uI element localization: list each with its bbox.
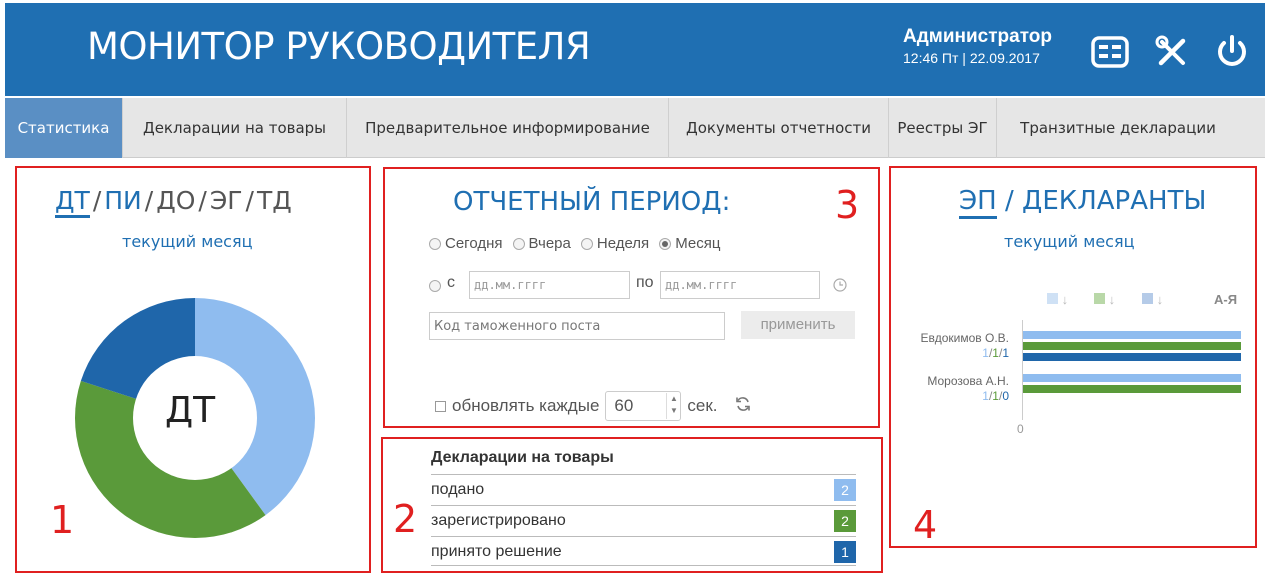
tab-goods-declarations[interactable]: Декларации на товары [123, 98, 347, 158]
date-time: 12:46 Пт | 22.09.2017 [903, 50, 1040, 66]
auto-refresh-row: обновлять каждые 60 ▲ ▼ сек. [435, 391, 752, 421]
refresh-unit: сек. [687, 396, 718, 415]
link-declarants[interactable]: ДЕКЛАРАНТЫ [1022, 186, 1206, 216]
table-row[interactable]: подано 2 [431, 474, 856, 504]
sort-registered-icon[interactable]: ↓ [1094, 292, 1115, 307]
panel-number-3: 3 [835, 183, 860, 227]
stepper-arrows-icon[interactable]: ▲ ▼ [666, 393, 680, 419]
link-pi[interactable]: ПИ [104, 186, 142, 215]
power-icon[interactable] [1212, 33, 1252, 71]
sort-filed-icon[interactable]: ↓ [1047, 292, 1068, 307]
count-badge: 2 [834, 510, 856, 532]
link-td[interactable]: ТД [257, 186, 292, 215]
period-subtitle: текущий месяц [1004, 232, 1135, 251]
tab-statistics[interactable]: Статистика [5, 98, 123, 158]
radio-today[interactable]: Сегодня [429, 235, 503, 252]
user-name[interactable]: Администратор [903, 26, 1052, 48]
table-row[interactable]: принято решение 1 [431, 536, 856, 566]
date-to-input[interactable]: дд.мм.гггг [660, 271, 820, 299]
radio-week[interactable]: Неделя [580, 235, 649, 252]
sort-decided-icon[interactable]: ↓ [1142, 292, 1163, 307]
radio-custom-range[interactable] [429, 279, 441, 297]
panel-declarants-chart: ЭП / ДЕКЛАРАНТЫ текущий месяц ↓ ↓ ↓ А-Я … [889, 166, 1257, 548]
sort-alpha-button[interactable]: А-Я [1214, 292, 1237, 307]
row-label: принято решение [431, 543, 562, 560]
panel-reporting-period: ОТЧЕТНЫЙ ПЕРИОД: 3 Сегодня Вчера Неделя … [383, 167, 880, 428]
axis-zero-label: 0 [1017, 422, 1024, 436]
user-block: Администратор 12:46 Пт | 22.09.2017 [903, 26, 1052, 66]
declarants-title: ЭП / ДЕКЛАРАНТЫ [959, 186, 1206, 219]
bar-filed[interactable] [1023, 374, 1241, 382]
link-dt[interactable]: ДТ [55, 186, 90, 218]
date-from-input[interactable]: дд.мм.гггг [469, 271, 630, 299]
bar-filed[interactable] [1023, 331, 1241, 339]
auto-refresh-checkbox[interactable] [435, 400, 446, 412]
declarant-values: 1/1/1 [982, 346, 1009, 360]
table-icon[interactable] [1090, 33, 1130, 71]
panel-declaration-counts: Декларации на товары подано 2 зарегистри… [381, 437, 883, 573]
main-tabs: Статистика Декларации на товары Предвари… [5, 98, 1265, 158]
row-label: подано [431, 481, 485, 498]
panel-number-2: 2 [393, 497, 418, 541]
panel-number-1: 1 [50, 498, 75, 542]
bar-registered[interactable] [1023, 342, 1241, 350]
tools-icon[interactable] [1153, 33, 1193, 71]
tab-reporting-documents[interactable]: Документы отчетности [669, 98, 889, 158]
bar-decided[interactable] [1023, 353, 1241, 361]
panel-doc-type-chart: ДТ / ПИ / ДО / ЭГ / ТД текущий месяц ДТ 1 [15, 166, 371, 573]
refresh-icon[interactable] [734, 395, 752, 418]
link-eg[interactable]: ЭГ [210, 186, 243, 215]
app-header: МОНИТОР РУКОВОДИТЕЛЯ Администратор 12:46… [5, 3, 1265, 96]
tab-preliminary-info[interactable]: Предварительное информирование [347, 98, 669, 158]
bar-registered[interactable] [1023, 385, 1241, 393]
panel-number-4: 4 [913, 503, 938, 547]
period-radio-group: Сегодня Вчера Неделя Месяц [429, 235, 720, 252]
row-label: зарегистрировано [431, 512, 566, 529]
period-title: ОТЧЕТНЫЙ ПЕРИОД: [453, 187, 731, 217]
apply-button[interactable]: применить [741, 311, 855, 339]
table-row[interactable]: зарегистрировано 2 [431, 505, 856, 535]
count-badge: 2 [834, 479, 856, 501]
customs-post-input[interactable]: Код таможенного поста [429, 312, 725, 340]
doc-type-switcher: ДТ / ПИ / ДО / ЭГ / ТД [55, 186, 292, 218]
clock-icon[interactable] [833, 278, 847, 297]
link-ep[interactable]: ЭП [959, 186, 997, 219]
radio-yesterday[interactable]: Вчера [512, 235, 571, 252]
from-label: с [447, 274, 455, 291]
donut-center-label: ДТ [165, 390, 216, 431]
to-label: по [636, 274, 654, 291]
radio-month[interactable]: Месяц [659, 235, 720, 252]
tab-transit-declarations[interactable]: Транзитные декларации [997, 98, 1239, 158]
period-subtitle: текущий месяц [122, 232, 253, 251]
count-badge: 1 [834, 541, 856, 563]
app-title: МОНИТОР РУКОВОДИТЕЛЯ [87, 25, 591, 68]
auto-refresh-label: обновлять каждые [452, 396, 600, 415]
declarant-values: 1/1/0 [982, 389, 1009, 403]
declarant-name: Морозова А.Н. [927, 374, 1009, 388]
tab-eg-registers[interactable]: Реестры ЭГ [889, 98, 997, 158]
refresh-interval-stepper[interactable]: 60 ▲ ▼ [605, 391, 682, 421]
declarant-name: Евдокимов О.В. [920, 331, 1009, 345]
declarations-heading: Декларации на товары [431, 449, 614, 466]
link-do[interactable]: ДО [156, 186, 195, 215]
